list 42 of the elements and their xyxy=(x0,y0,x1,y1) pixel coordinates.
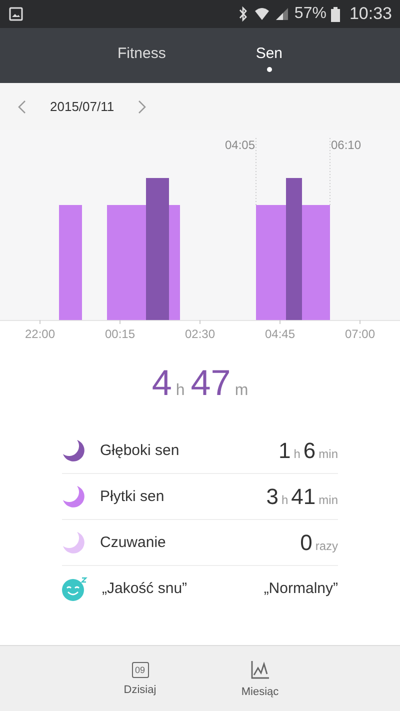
signal-icon xyxy=(275,7,290,21)
total-unit: m xyxy=(234,382,248,400)
stat-value: 6 xyxy=(303,438,316,464)
calendar-icon: 09 xyxy=(132,662,148,678)
axis-label: 04:45 xyxy=(264,327,296,341)
nav-item[interactable]: 09 Dzisiaj xyxy=(110,646,170,711)
stat-unit: h xyxy=(281,492,288,506)
total-value: 4 xyxy=(152,362,172,404)
tab[interactable]: Sen xyxy=(256,28,283,83)
tab[interactable]: Fitness xyxy=(117,28,166,83)
stat-unit: razy xyxy=(315,538,338,552)
date-label: 2015/07/11 xyxy=(50,99,114,114)
chart-icon xyxy=(250,660,270,680)
stat-label: Głęboki sen xyxy=(100,442,180,459)
wifi-icon xyxy=(254,6,270,22)
marker-time: 06:10 xyxy=(331,138,362,152)
axis-label: 00:15 xyxy=(104,327,136,341)
stat-label: Płytki sen xyxy=(100,488,166,505)
stat-label: Czuwanie xyxy=(100,534,167,551)
bluetooth-icon xyxy=(237,6,250,22)
axis-label: 02:30 xyxy=(184,327,216,341)
marker-time: 04:05 xyxy=(224,138,255,152)
stat-value: 3 xyxy=(266,484,278,510)
image-icon xyxy=(9,7,23,21)
stat-value: 1 xyxy=(278,438,291,464)
stat-value: 41 xyxy=(291,484,316,510)
battery-percent: 57% xyxy=(294,5,326,23)
next-icon[interactable] xyxy=(136,98,148,114)
total-value: 47 xyxy=(190,362,231,404)
stat-value: 0 xyxy=(300,530,312,556)
nav-item[interactable]: Miesiąc xyxy=(230,646,290,711)
axis-label: 22:00 xyxy=(24,327,56,341)
stat-value: „Normalny” xyxy=(264,580,338,597)
clock: 10:33 xyxy=(349,4,392,24)
total-unit: h xyxy=(176,382,185,400)
stat-unit: min xyxy=(318,492,338,506)
axis-label: 07:00 xyxy=(344,327,376,341)
stat-unit: min xyxy=(318,446,338,460)
battery-icon xyxy=(331,6,340,22)
stat-label: „Jakość snu” xyxy=(102,580,188,597)
stat-unit: h xyxy=(294,446,300,460)
previous-icon[interactable] xyxy=(16,98,28,114)
